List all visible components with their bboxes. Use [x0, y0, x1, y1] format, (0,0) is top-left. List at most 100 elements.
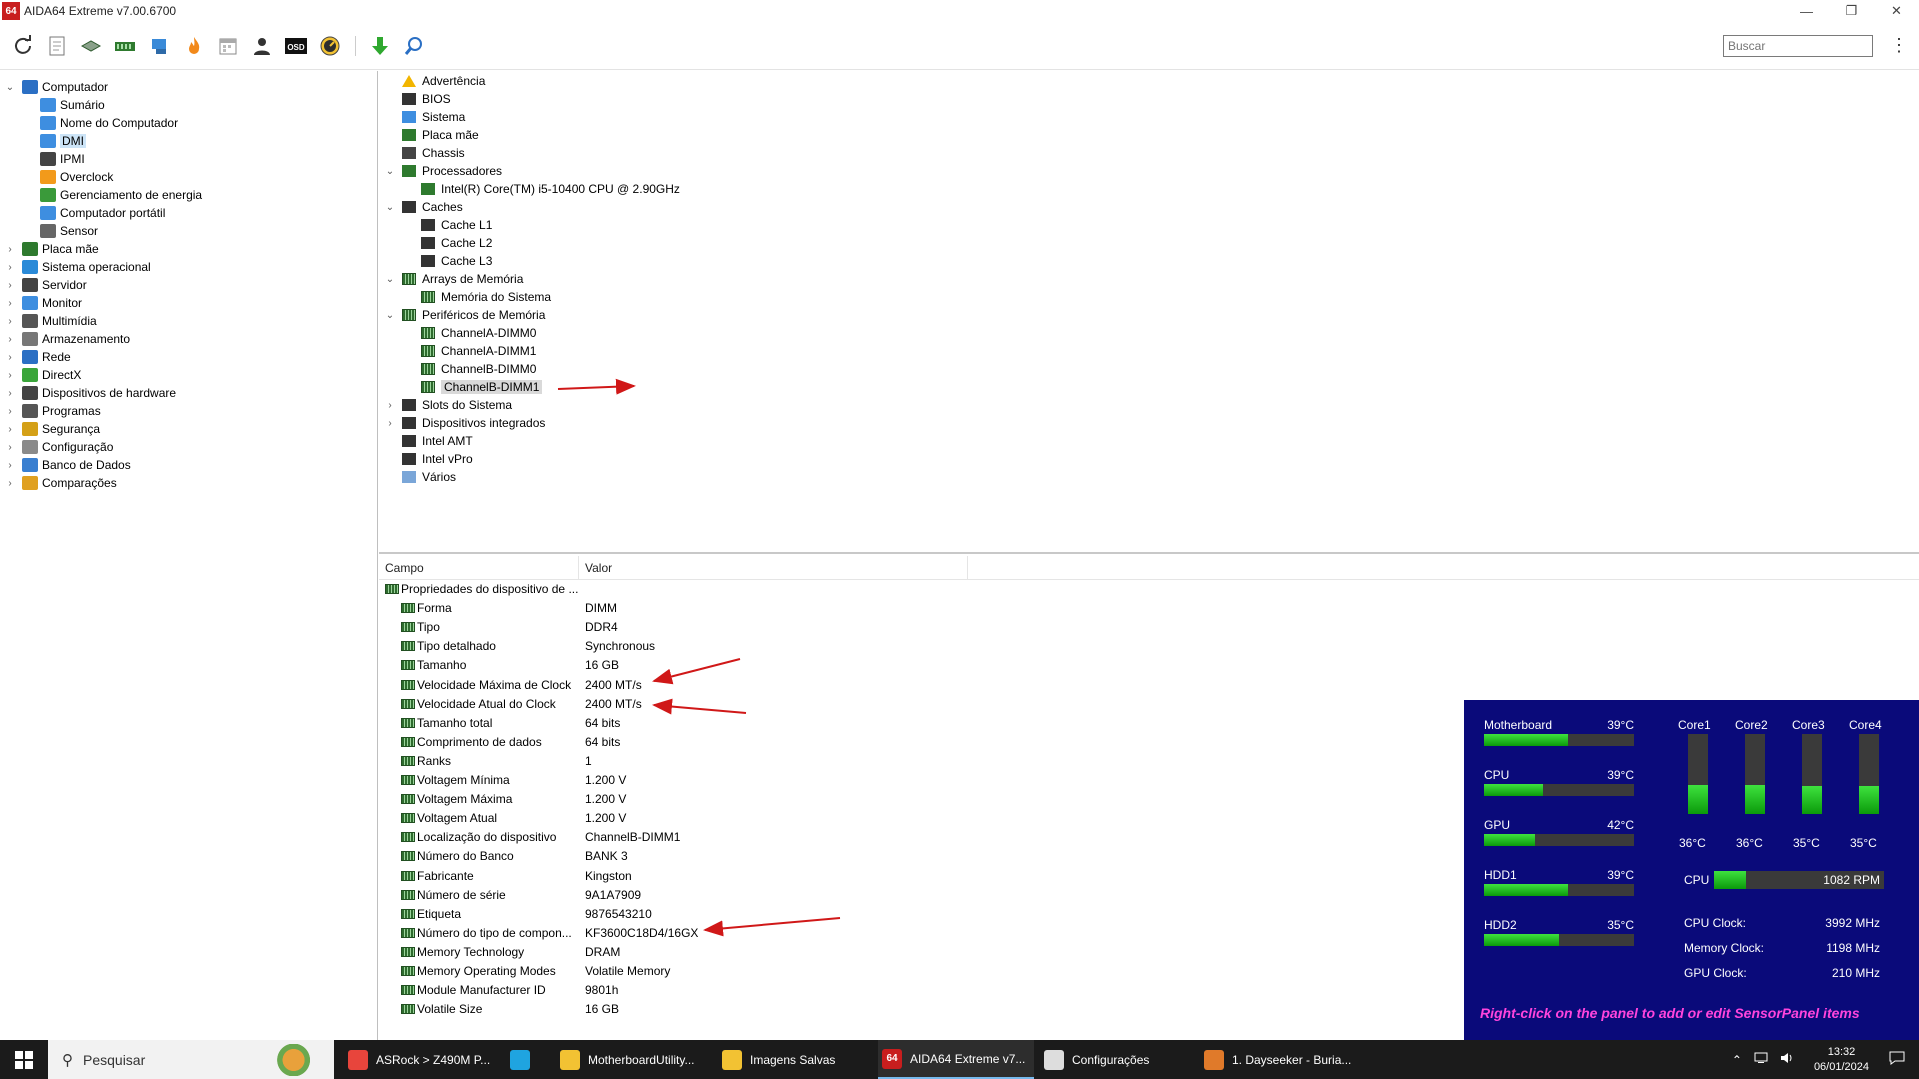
dmi-tree-item[interactable]: ChannelB-DIMM1	[403, 378, 543, 396]
property-row[interactable]: Module Manufacturer ID 9801h	[379, 981, 1079, 1000]
property-row[interactable]: Tipo detalhado Synchronous	[379, 637, 1079, 656]
property-row[interactable]: Velocidade Máxima de Clock 2400 MT/s	[379, 676, 1079, 695]
property-row[interactable]: Voltagem Mínima 1.200 V	[379, 771, 1079, 790]
tree-item[interactable]: › Dispositivos de hardware	[4, 384, 176, 402]
expand-chevron-icon[interactable]: ›	[4, 298, 16, 309]
property-row[interactable]: Número de série 9A1A7909	[379, 886, 1079, 905]
column-header-field[interactable]: Campo	[385, 561, 424, 575]
tree-item[interactable]: IPMI	[22, 150, 85, 168]
dmi-tree-item[interactable]: Memória do Sistema	[403, 288, 551, 306]
expand-chevron-icon[interactable]: ›	[4, 334, 16, 345]
taskbar-app-button[interactable]: 1. Dayseeker - Buria...	[1200, 1040, 1360, 1079]
tree-item[interactable]: DMI	[22, 132, 86, 150]
property-row[interactable]: Localização do dispositivo ChannelB-DIMM1	[379, 828, 1079, 847]
property-row[interactable]: Memory Technology DRAM	[379, 943, 1079, 962]
tree-item[interactable]: › Placa mãe	[4, 240, 99, 258]
expand-chevron-icon[interactable]: ⌄	[384, 310, 396, 321]
column-header-value[interactable]: Valor	[585, 561, 612, 575]
dmi-tree-item[interactable]: Intel vPro	[384, 450, 473, 468]
volume-tray-icon[interactable]	[1780, 1052, 1794, 1067]
dmi-tree-item[interactable]: Vários	[384, 468, 456, 486]
expand-chevron-icon[interactable]: ›	[4, 370, 16, 381]
refresh-icon[interactable]	[11, 34, 35, 58]
taskbar-app-button[interactable]: Configurações	[1040, 1040, 1196, 1079]
expand-chevron-icon[interactable]: ›	[384, 418, 396, 429]
tree-item[interactable]: › Monitor	[4, 294, 82, 312]
expand-chevron-icon[interactable]: ›	[384, 400, 396, 411]
expand-chevron-icon[interactable]: ›	[4, 478, 16, 489]
tree-item[interactable]: Computador portátil	[22, 204, 165, 222]
sensor-panel[interactable]: Motherboard 39°C CPU 39°C GPU 42°C HDD1 39°C HDD…	[1464, 700, 1919, 1040]
expand-chevron-icon[interactable]: ›	[4, 424, 16, 435]
notification-center-icon[interactable]	[1889, 1051, 1905, 1068]
dmi-tree-item[interactable]: Intel AMT	[384, 432, 473, 450]
dmi-tree-item[interactable]: ⌄ Caches	[384, 198, 463, 216]
dmi-tree-item[interactable]: Cache L3	[403, 252, 492, 270]
taskbar-app-button[interactable]: 64 AIDA64 Extreme v7...	[878, 1040, 1034, 1079]
dmi-tree-item[interactable]: Sistema	[384, 108, 465, 126]
tray-overflow-chevron-icon[interactable]: ⌃	[1732, 1053, 1742, 1067]
dmi-tree-item[interactable]: ⌄ Arrays de Memória	[384, 270, 524, 288]
property-row[interactable]: Memory Operating Modes Volatile Memory	[379, 962, 1079, 981]
tree-item[interactable]: Gerenciamento de energia	[22, 186, 202, 204]
expand-chevron-icon[interactable]: ›	[4, 460, 16, 471]
property-row[interactable]: Volatile Size 16 GB	[379, 1000, 1079, 1019]
dmi-tree-item[interactable]: Intel(R) Core(TM) i5-10400 CPU @ 2.90GHz	[403, 180, 680, 198]
property-row[interactable]: Fabricante Kingston	[379, 867, 1079, 886]
dmi-tree-item[interactable]: Chassis	[384, 144, 465, 162]
search-input[interactable]	[1723, 35, 1873, 57]
dmi-tree-item[interactable]: ⌄ Processadores	[384, 162, 502, 180]
dmi-tree-item[interactable]: Cache L1	[403, 216, 492, 234]
property-row[interactable]: Propriedades do dispositivo de ...	[379, 580, 1079, 599]
property-row[interactable]: Etiqueta 9876543210	[379, 905, 1079, 924]
property-row[interactable]: Número do tipo de compon... KF3600C18D4/1…	[379, 924, 1079, 943]
expand-chevron-icon[interactable]: ›	[4, 280, 16, 291]
dmi-tree-item[interactable]: Placa mãe	[384, 126, 479, 144]
property-row[interactable]: Número do Banco BANK 3	[379, 847, 1079, 866]
dmi-tree-item[interactable]: BIOS	[384, 90, 451, 108]
expand-chevron-icon[interactable]: ›	[4, 388, 16, 399]
network-tray-icon[interactable]	[1754, 1052, 1768, 1067]
property-row[interactable]: Velocidade Atual do Clock 2400 MT/s	[379, 695, 1079, 714]
taskbar-app-button[interactable]: ASRock > Z490M P...	[344, 1040, 500, 1079]
tree-item[interactable]: › Configuração	[4, 438, 113, 456]
expand-chevron-icon[interactable]: ⌄	[384, 274, 396, 285]
property-row[interactable]: Voltagem Atual 1.200 V	[379, 809, 1079, 828]
expand-chevron-icon[interactable]: ›	[4, 406, 16, 417]
tree-item[interactable]: Sumário	[22, 96, 105, 114]
property-row[interactable]: Voltagem Máxima 1.200 V	[379, 790, 1079, 809]
expand-chevron-icon[interactable]: ⌄	[4, 82, 16, 93]
property-row[interactable]: Tamanho 16 GB	[379, 656, 1079, 675]
tree-item[interactable]: › Segurança	[4, 420, 100, 438]
dmi-tree-item[interactable]: › Slots do Sistema	[384, 396, 512, 414]
property-row[interactable]: Tamanho total 64 bits	[379, 714, 1079, 733]
more-options-icon[interactable]: ⋮	[1890, 36, 1908, 54]
taskbar-app-button[interactable]: MotherboardUtility...	[556, 1040, 712, 1079]
expand-chevron-icon[interactable]: ›	[4, 262, 16, 273]
taskbar-clock[interactable]: 13:32 06/01/2024	[1814, 1045, 1869, 1075]
search-magnifier-icon[interactable]	[402, 34, 426, 58]
speedometer-icon[interactable]	[318, 34, 342, 58]
expand-chevron-icon[interactable]: ›	[4, 244, 16, 255]
start-button[interactable]	[0, 1040, 48, 1079]
property-row[interactable]: Comprimento de dados 64 bits	[379, 733, 1079, 752]
flame-icon[interactable]	[182, 34, 206, 58]
download-arrow-icon[interactable]	[368, 34, 392, 58]
tree-item[interactable]: › DirectX	[4, 366, 81, 384]
close-button[interactable]: ✕	[1874, 0, 1919, 22]
network-icon[interactable]	[148, 34, 172, 58]
tree-item[interactable]: Sensor	[22, 222, 98, 240]
expand-chevron-icon[interactable]: ›	[4, 352, 16, 363]
tree-item[interactable]: › Programas	[4, 402, 101, 420]
tree-item[interactable]: › Sistema operacional	[4, 258, 151, 276]
tree-item[interactable]: ⌄ Computador	[4, 78, 108, 96]
expand-chevron-icon[interactable]: ›	[4, 316, 16, 327]
minimize-button[interactable]: —	[1784, 0, 1829, 22]
property-row[interactable]: Tipo DDR4	[379, 618, 1079, 637]
dmi-tree-item[interactable]: ChannelB-DIMM0	[403, 360, 536, 378]
user-icon[interactable]	[250, 34, 274, 58]
dmi-tree-item[interactable]: ChannelA-DIMM1	[403, 342, 536, 360]
tree-item[interactable]: › Armazenamento	[4, 330, 130, 348]
restore-button[interactable]: ❐	[1829, 0, 1874, 22]
expand-chevron-icon[interactable]: ›	[4, 442, 16, 453]
